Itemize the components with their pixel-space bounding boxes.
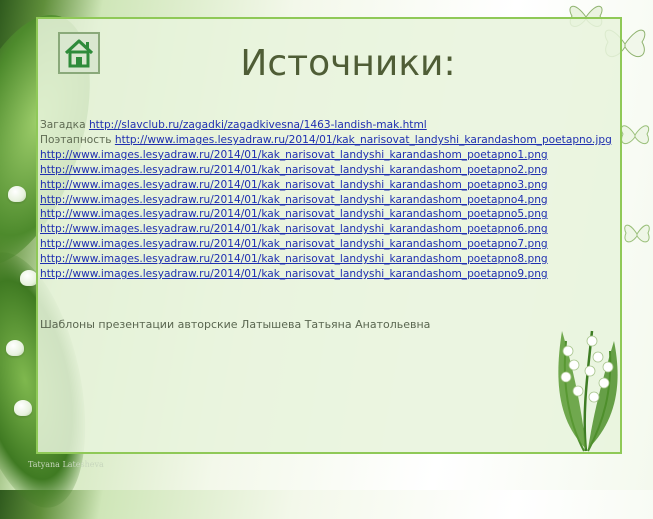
watermark: Tatyana Latesheva (28, 460, 104, 469)
source-item: Поэтапность http://www.images.lesyadraw.… (40, 133, 624, 148)
source-link[interactable]: http://www.images.lesyadraw.ru/2014/01/k… (115, 134, 612, 146)
home-button[interactable] (58, 32, 100, 74)
source-item: http://www.images.lesyadraw.ru/2014/01/k… (40, 193, 624, 208)
butterfly-icon (624, 224, 650, 243)
source-label: Загадка (40, 119, 86, 131)
author-credit: Шаблоны презентации авторские Латышева Т… (40, 318, 431, 331)
background-flower (14, 400, 32, 416)
source-link[interactable]: http://www.images.lesyadraw.ru/2014/01/k… (40, 223, 548, 235)
source-link[interactable]: http://www.images.lesyadraw.ru/2014/01/k… (40, 253, 548, 265)
source-item: Загадка http://slavclub.ru/zagadki/zagad… (40, 118, 624, 133)
source-item: http://www.images.lesyadraw.ru/2014/01/k… (40, 252, 624, 267)
source-link[interactable]: http://slavclub.ru/zagadki/zagadkivesna/… (89, 119, 427, 131)
source-item: http://www.images.lesyadraw.ru/2014/01/k… (40, 207, 624, 222)
source-link[interactable]: http://www.images.lesyadraw.ru/2014/01/k… (40, 149, 548, 161)
slide-panel: Источники: Загадка http://slavclub.ru/za… (36, 17, 622, 454)
source-item: http://www.images.lesyadraw.ru/2014/01/k… (40, 267, 624, 282)
source-label: Поэтапность (40, 133, 112, 146)
source-link[interactable]: http://www.images.lesyadraw.ru/2014/01/k… (40, 238, 548, 250)
background-flower (6, 340, 24, 356)
source-item: http://www.images.lesyadraw.ru/2014/01/k… (40, 237, 624, 252)
source-item: http://www.images.lesyadraw.ru/2014/01/k… (40, 163, 624, 178)
source-item: http://www.images.lesyadraw.ru/2014/01/k… (40, 148, 624, 163)
source-link[interactable]: http://www.images.lesyadraw.ru/2014/01/k… (40, 268, 548, 280)
home-icon (64, 39, 94, 68)
source-link[interactable]: http://www.images.lesyadraw.ru/2014/01/k… (40, 208, 548, 220)
sources-list: Загадка http://slavclub.ru/zagadki/zagad… (40, 118, 624, 282)
lily-of-the-valley-icon (558, 330, 618, 452)
source-link[interactable]: http://www.images.lesyadraw.ru/2014/01/k… (40, 179, 548, 191)
source-item: http://www.images.lesyadraw.ru/2014/01/k… (40, 222, 624, 237)
source-item: http://www.images.lesyadraw.ru/2014/01/k… (40, 178, 624, 193)
page-title: Источники: (240, 43, 456, 84)
source-link[interactable]: http://www.images.lesyadraw.ru/2014/01/k… (40, 194, 548, 206)
background-flower (8, 186, 26, 202)
source-link[interactable]: http://www.images.lesyadraw.ru/2014/01/k… (40, 164, 548, 176)
